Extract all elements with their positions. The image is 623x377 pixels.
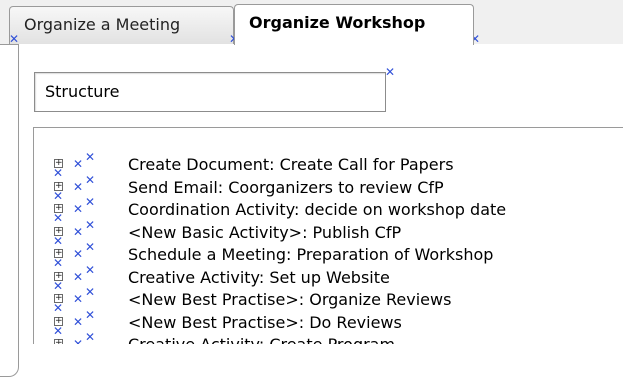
activity-label: Coordination Activity: decide on worksho…	[128, 200, 507, 219]
activity-label: <New Basic Activity>: Publish CfP	[128, 222, 402, 242]
structure-field-value: Structure	[45, 82, 120, 101]
structure-field[interactable]: Structure	[34, 72, 386, 112]
activity-label: <New Best Practise>: Do Reviews	[128, 312, 402, 332]
activity-rows: + ✕ ✕ ✕ Create Document: Create Call for Pap…	[34, 150, 623, 345]
x-marker-icon: ✕	[85, 262, 96, 277]
tab-label: Organize Workshop	[249, 13, 426, 32]
panel-corner	[0, 336, 19, 377]
x-marker-icon: ✕	[85, 330, 96, 344]
x-marker-icon: ✕	[73, 247, 84, 261]
activity-list[interactable]: + ✕ ✕ ✕ Create Document: Create Call for Pap…	[33, 127, 623, 345]
activity-row[interactable]: + ✕ ✕ ✕ <New Basic Activity>: Publish CfP	[34, 217, 623, 247]
x-marker-icon: ✕	[85, 307, 96, 322]
activity-label: Send Email: Coorganizers to review CfP	[128, 177, 444, 197]
bottom-strip	[0, 344, 623, 376]
x-marker-icon: ✕	[73, 202, 84, 216]
x-marker-icon: ✕	[73, 292, 84, 306]
x-marker-icon: ✕	[73, 224, 84, 239]
activity-row[interactable]: + ✕ ✕ ✕ Schedule a Meeting: Preparation of W…	[34, 240, 623, 269]
x-marker-icon: ✕	[85, 150, 96, 164]
tab-organize-a-meeting[interactable]: Organize a Meeting	[9, 6, 234, 44]
tab-label: Organize a Meeting	[24, 15, 181, 34]
x-marker-icon: ✕	[85, 172, 96, 187]
x-marker-icon: ✕	[9, 32, 20, 46]
activity-row[interactable]: + ✕ ✕ ✕ Creative Activity: Set up Website	[34, 262, 623, 292]
activity-row[interactable]: + ✕ ✕ ✕ <New Best Practise>: Organize Review…	[34, 285, 623, 314]
x-marker-icon: ✕	[85, 217, 96, 232]
x-marker-icon: ✕	[73, 179, 84, 194]
tab-organize-workshop[interactable]: Organize Workshop	[234, 4, 474, 45]
activity-row[interactable]: + ✕ ✕ ✕ Send Email: Coorganizers to review C…	[34, 172, 623, 202]
activity-label: Creative Activity: Set up Website	[128, 267, 390, 287]
x-marker-icon: ✕	[85, 240, 96, 254]
activity-label: Schedule a Meeting: Preparation of Works…	[128, 245, 494, 264]
tab-bar: Organize a Meeting Organize Workshop	[0, 0, 623, 45]
x-marker-icon: ✕	[85, 195, 96, 209]
x-marker-icon: ✕	[85, 285, 96, 299]
x-marker-icon: ✕	[73, 269, 84, 284]
activity-label: Create Document: Create Call for Papers	[128, 155, 454, 174]
activity-row[interactable]: + ✕ ✕ ✕ <New Best Practise>: Do Reviews	[34, 307, 623, 337]
activity-label: <New Best Practise>: Organize Reviews	[128, 290, 452, 309]
x-marker-icon: ✕	[73, 157, 84, 171]
x-marker-icon: ✕	[385, 65, 396, 79]
activity-row[interactable]: + ✕ ✕ ✕ Coordination Activity: decide on wor…	[34, 195, 623, 224]
x-marker-icon: ✕	[73, 314, 84, 329]
activity-row[interactable]: + ✕ ✕ ✕ Create Document: Create Call for Pap…	[34, 150, 623, 179]
